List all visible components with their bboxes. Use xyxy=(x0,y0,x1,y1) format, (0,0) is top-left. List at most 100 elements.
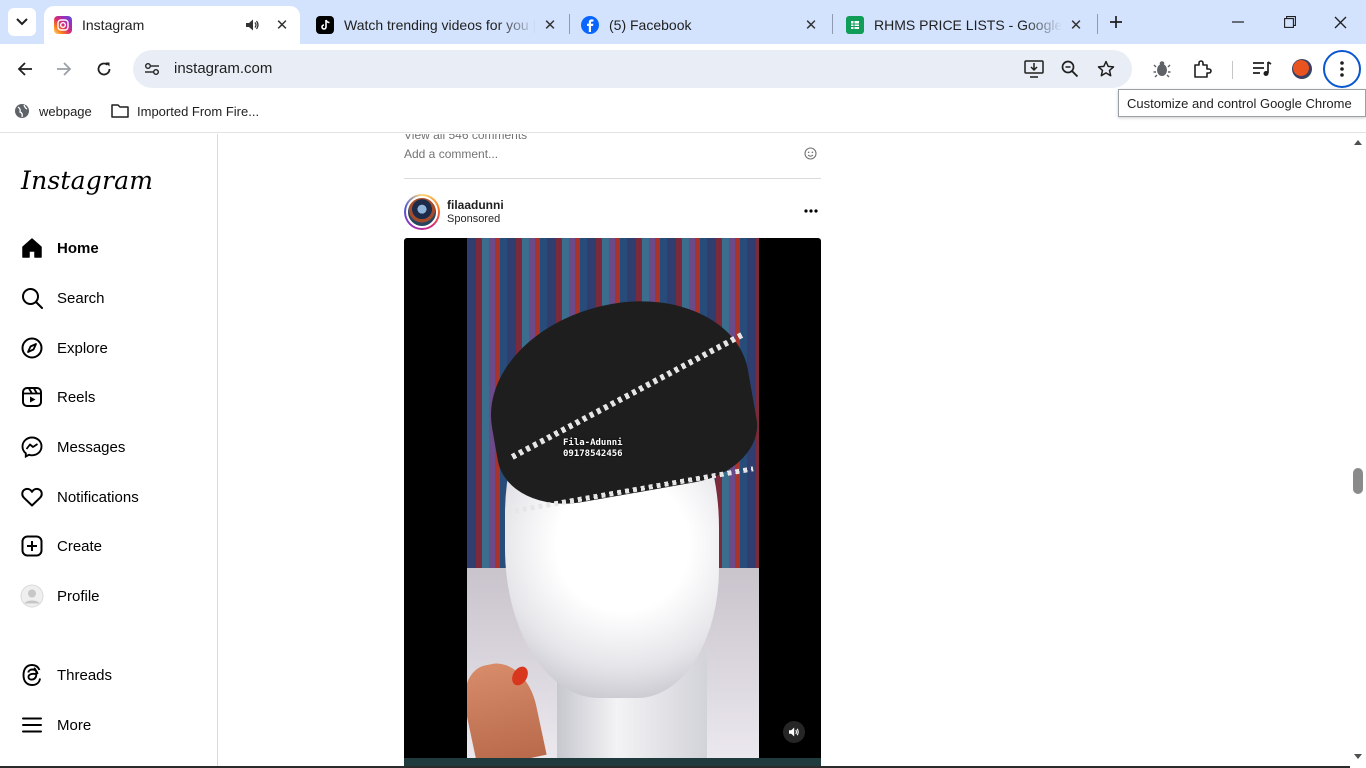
speaker-icon[interactable] xyxy=(244,17,260,33)
watermark-line: Fila-Adunni xyxy=(563,438,623,448)
folder-icon xyxy=(111,102,129,120)
tab-title: RHMS PRICE LISTS - Google Sheets xyxy=(874,17,1062,33)
close-tab-icon[interactable]: ✕ xyxy=(274,17,290,34)
browser-toolbar: instagram.com xyxy=(0,44,1366,94)
nav-label: Profile xyxy=(57,587,100,605)
tab-instagram[interactable]: Instagram ✕ xyxy=(44,6,300,44)
scroll-up-arrow-icon[interactable] xyxy=(1354,140,1362,145)
nav-label: Home xyxy=(57,239,99,257)
compass-icon xyxy=(20,336,44,360)
menu-tooltip: Customize and control Google Chrome xyxy=(1118,89,1366,117)
minimize-icon xyxy=(1232,21,1244,23)
forward-button[interactable] xyxy=(50,55,78,83)
install-app-icon[interactable] xyxy=(1023,58,1045,80)
post-author-avatar[interactable] xyxy=(404,194,440,230)
instagram-logo[interactable]: Instagram xyxy=(21,166,153,195)
reload-icon xyxy=(97,62,111,76)
minimize-window-button[interactable] xyxy=(1218,8,1258,36)
tab-facebook[interactable]: (5) Facebook ✕ xyxy=(571,6,829,44)
close-tab-icon[interactable]: ✕ xyxy=(1068,17,1084,34)
post-username[interactable]: filaadunni xyxy=(447,198,504,212)
tab-search-button[interactable] xyxy=(8,8,36,36)
scrollbar-thumb[interactable] xyxy=(1353,468,1363,494)
nav-label: Messages xyxy=(57,438,126,456)
instagram-icon xyxy=(54,16,72,34)
speaker-icon xyxy=(789,727,799,737)
nav-notifications[interactable]: Notifications xyxy=(20,481,139,513)
tiktok-icon xyxy=(316,16,334,34)
nav-label: Threads xyxy=(57,666,113,684)
close-icon xyxy=(1334,16,1346,28)
sheets-icon xyxy=(846,16,864,34)
media-control-icon[interactable] xyxy=(1250,57,1274,81)
page-scrollbar[interactable] xyxy=(1350,134,1366,768)
nav-threads[interactable]: Threads xyxy=(20,659,112,691)
chevron-down-icon xyxy=(16,18,28,26)
nav-label: Create xyxy=(57,537,103,555)
tab-separator xyxy=(832,14,833,34)
close-window-button[interactable] xyxy=(1320,8,1360,36)
restore-icon xyxy=(1284,16,1296,28)
nav-search[interactable]: Search xyxy=(20,282,105,314)
avatar-icon xyxy=(20,584,44,608)
emoji-icon[interactable] xyxy=(803,146,817,160)
nav-label: More xyxy=(57,716,92,734)
bookmark-webpage[interactable]: webpage xyxy=(13,102,92,120)
arrow-left-icon xyxy=(17,62,32,76)
heart-icon xyxy=(20,485,44,509)
instagram-sidebar: Instagram Home Search Explore Reels Mess… xyxy=(0,134,218,768)
new-tab-button[interactable] xyxy=(1098,8,1134,36)
view-all-comments-link[interactable]: View all 546 comments xyxy=(404,134,527,142)
tab-tiktok[interactable]: Watch trending videos for you | TikTok ✕ xyxy=(306,6,568,44)
tab-separator xyxy=(569,14,570,34)
facebook-icon xyxy=(581,16,599,34)
instagram-page: Instagram Home Search Explore Reels Mess… xyxy=(0,134,1366,768)
nav-create[interactable]: Create xyxy=(20,530,102,562)
tab-google-sheets[interactable]: RHMS PRICE LISTS - Google Sheets ✕ xyxy=(836,6,1094,44)
three-dots-vertical-icon xyxy=(1340,61,1344,77)
bug-extension-icon[interactable] xyxy=(1150,57,1174,81)
nav-reels[interactable]: Reels xyxy=(20,381,95,413)
tab-title: Instagram xyxy=(82,17,145,33)
sponsored-label[interactable]: Sponsored xyxy=(447,213,500,225)
nav-label: Reels xyxy=(57,388,96,406)
home-icon xyxy=(20,236,44,260)
site-info-icon[interactable] xyxy=(141,58,163,80)
back-button[interactable] xyxy=(11,55,39,83)
bookmark-label: Imported From Fire... xyxy=(137,103,260,119)
close-tab-icon[interactable]: ✕ xyxy=(542,17,558,34)
post-options-button[interactable] xyxy=(802,204,820,218)
close-tab-icon[interactable]: ✕ xyxy=(803,17,819,34)
url-text[interactable]: instagram.com xyxy=(174,60,272,77)
toolbar-divider xyxy=(1232,61,1233,79)
extensions-puzzle-icon[interactable] xyxy=(1190,57,1214,81)
plus-icon xyxy=(1110,16,1122,28)
tab-title: Watch trending videos for you | TikTok xyxy=(344,17,536,33)
reload-button[interactable] xyxy=(90,55,118,83)
nav-explore[interactable]: Explore xyxy=(20,332,108,364)
video-frame[interactable]: Fila-Adunni 09178542456 xyxy=(467,238,759,758)
bookmark-folder-imported[interactable]: Imported From Fire... xyxy=(111,102,259,120)
threads-icon xyxy=(20,663,44,687)
chrome-menu-button[interactable] xyxy=(1323,50,1361,88)
nav-profile[interactable]: Profile xyxy=(20,580,100,612)
add-comment-input[interactable]: Add a comment... xyxy=(404,147,498,161)
reels-icon xyxy=(20,385,44,409)
restore-window-button[interactable] xyxy=(1270,8,1310,36)
nav-home[interactable]: Home xyxy=(20,232,99,264)
profile-avatar-icon[interactable] xyxy=(1290,57,1314,81)
zoom-icon[interactable] xyxy=(1059,58,1081,80)
post-media[interactable]: Fila-Adunni 09178542456 xyxy=(404,238,821,768)
bookmark-label: webpage xyxy=(39,103,92,119)
address-bar[interactable]: instagram.com xyxy=(133,50,1132,88)
bookmark-star-icon[interactable] xyxy=(1095,58,1117,80)
messenger-icon xyxy=(20,435,44,459)
search-icon xyxy=(20,286,44,310)
nav-more[interactable]: More xyxy=(20,709,91,741)
plus-square-icon xyxy=(20,534,44,558)
nav-messages[interactable]: Messages xyxy=(20,431,125,463)
video-watermark: Fila-Adunni 09178542456 xyxy=(563,438,623,460)
scroll-down-arrow-icon[interactable] xyxy=(1354,754,1362,759)
tab-title: (5) Facebook xyxy=(609,17,692,33)
audio-toggle-button[interactable] xyxy=(783,721,805,743)
